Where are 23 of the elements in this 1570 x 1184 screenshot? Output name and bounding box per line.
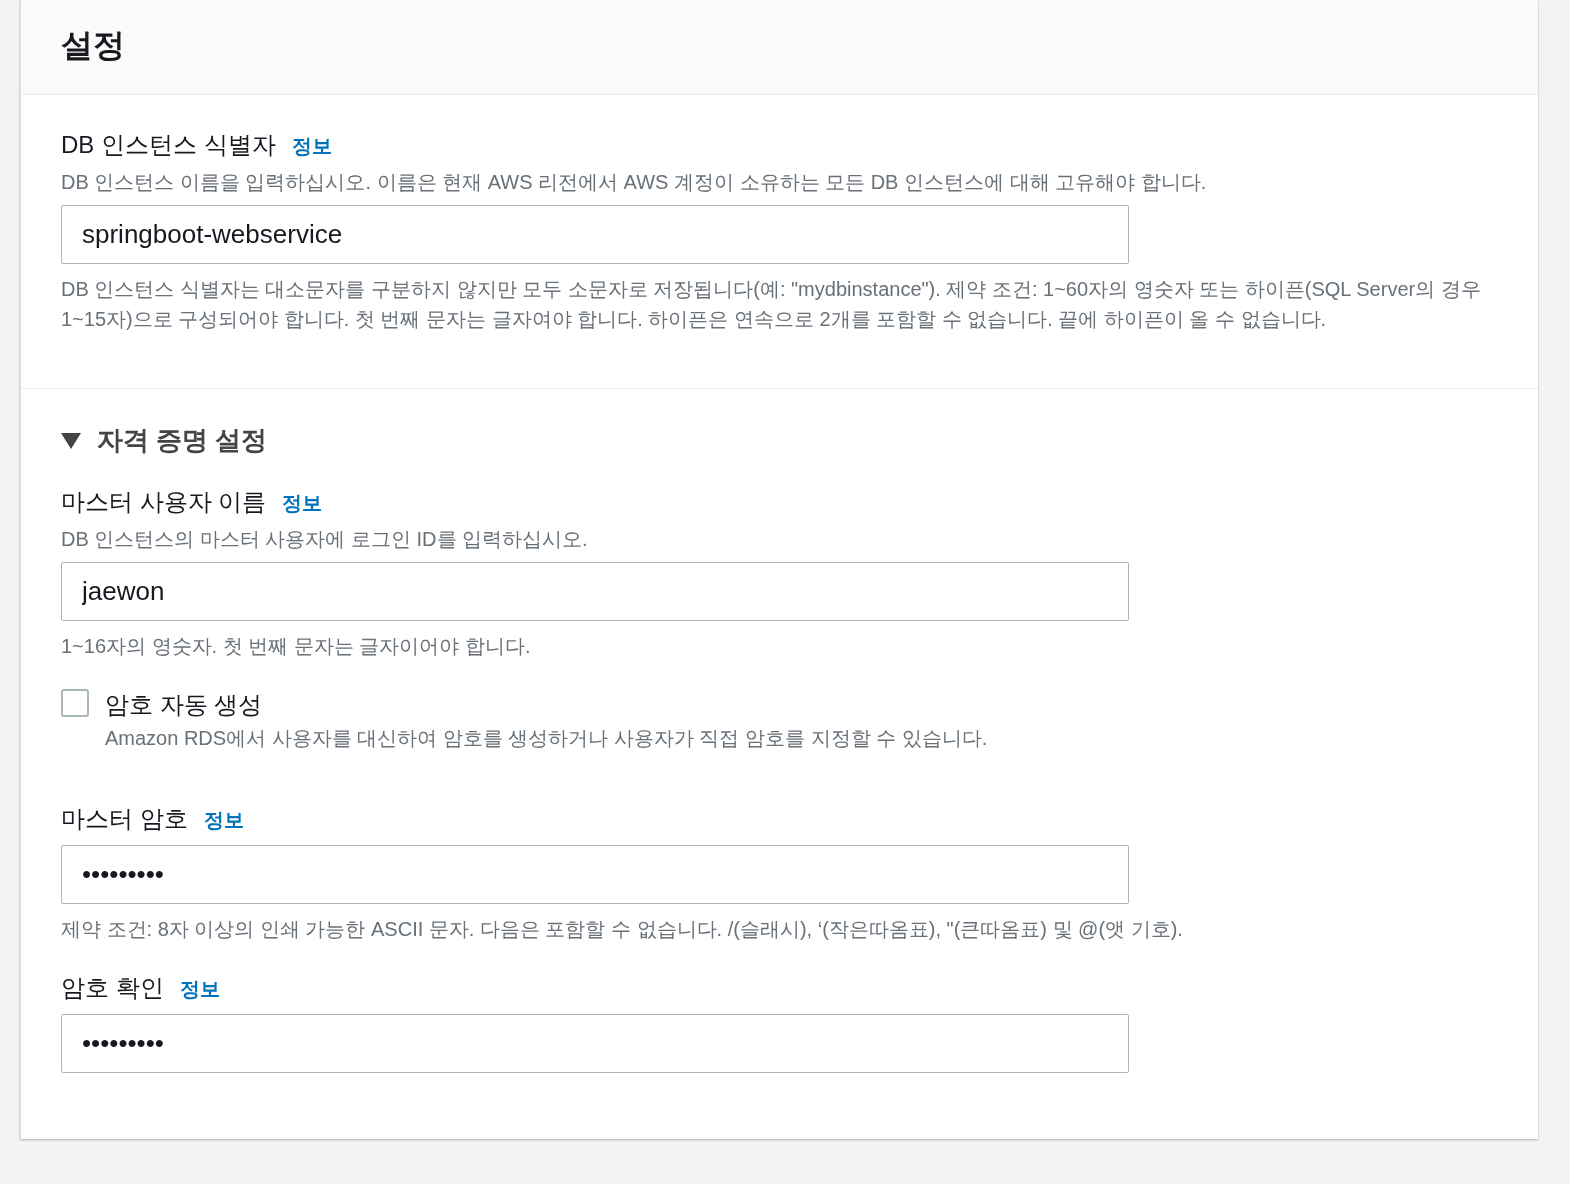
info-link[interactable]: 정보 [291, 131, 332, 162]
info-link[interactable]: 정보 [179, 974, 220, 1005]
field-description: DB 인스턴스 이름을 입력하십시오. 이름은 현재 AWS 리전에서 AWS 계정이 소유하는 모든 DB 인스턴스에 대해 고유해야 합니다. [61, 170, 1208, 196]
checkbox[interactable] [61, 689, 89, 718]
input-field[interactable]: springboot-webservice [61, 205, 1129, 265]
field-hint: 제약 조건: 8자 이상의 인쇄 가능한 ASCII 문자. 다음은 포함할 수 없습니다. /(슬래시), ‘(작은따옴표), "(큰따옴표) 및 @(앳 기호). [61, 917, 1184, 943]
panel-title: 설정 [61, 26, 126, 65]
field-label: 암호 확인 [61, 973, 164, 1004]
field-label: DB 인스턴스 식별자 [61, 130, 276, 161]
field-label: 마스터 사용자 이름 [61, 487, 267, 518]
section-toggle[interactable]: 자격 증명 설정 [61, 421, 268, 461]
field-label: 마스터 암호 [61, 804, 188, 835]
field-description: DB 인스턴스의 마스터 사용자에 로그인 ID를 입력하십시오. [61, 527, 589, 553]
input-field[interactable]: ••••••••• [61, 1014, 1129, 1074]
input-field[interactable]: ••••••••• [61, 845, 1129, 905]
input-field[interactable]: jaewon [61, 562, 1129, 622]
checkbox-description: Amazon RDS에서 사용자를 대신하여 암호를 생성하거나 사용자가 직접 암호를 지정할 수 있습니다. [105, 726, 988, 752]
triangle-down-icon [61, 432, 81, 449]
checkbox-label: 암호 자동 생성 [105, 690, 264, 721]
field-hint: DB 인스턴스 식별자는 대소문자를 구분하지 않지만 모두 소문자로 저장됩니다(예: "mydbinstance"). 제약 조건: 1~60자의 영숫자 또는 하이픈(SQL Server의 경우 1~15자)으로 구성되어야 합니다. 첫 번째 문자는 글자여야 합니다. 하이픈은 연속으로 2개를 포함할 수 없습니다. 끝에 하이픈이 올 수 없습니다. [61, 277, 1482, 333]
info-link[interactable]: 정보 [203, 805, 244, 836]
info-link[interactable]: 정보 [282, 488, 323, 519]
field-hint: 1~16자의 영숫자. 첫 번째 문자는 글자이어야 합니다. [61, 634, 532, 660]
